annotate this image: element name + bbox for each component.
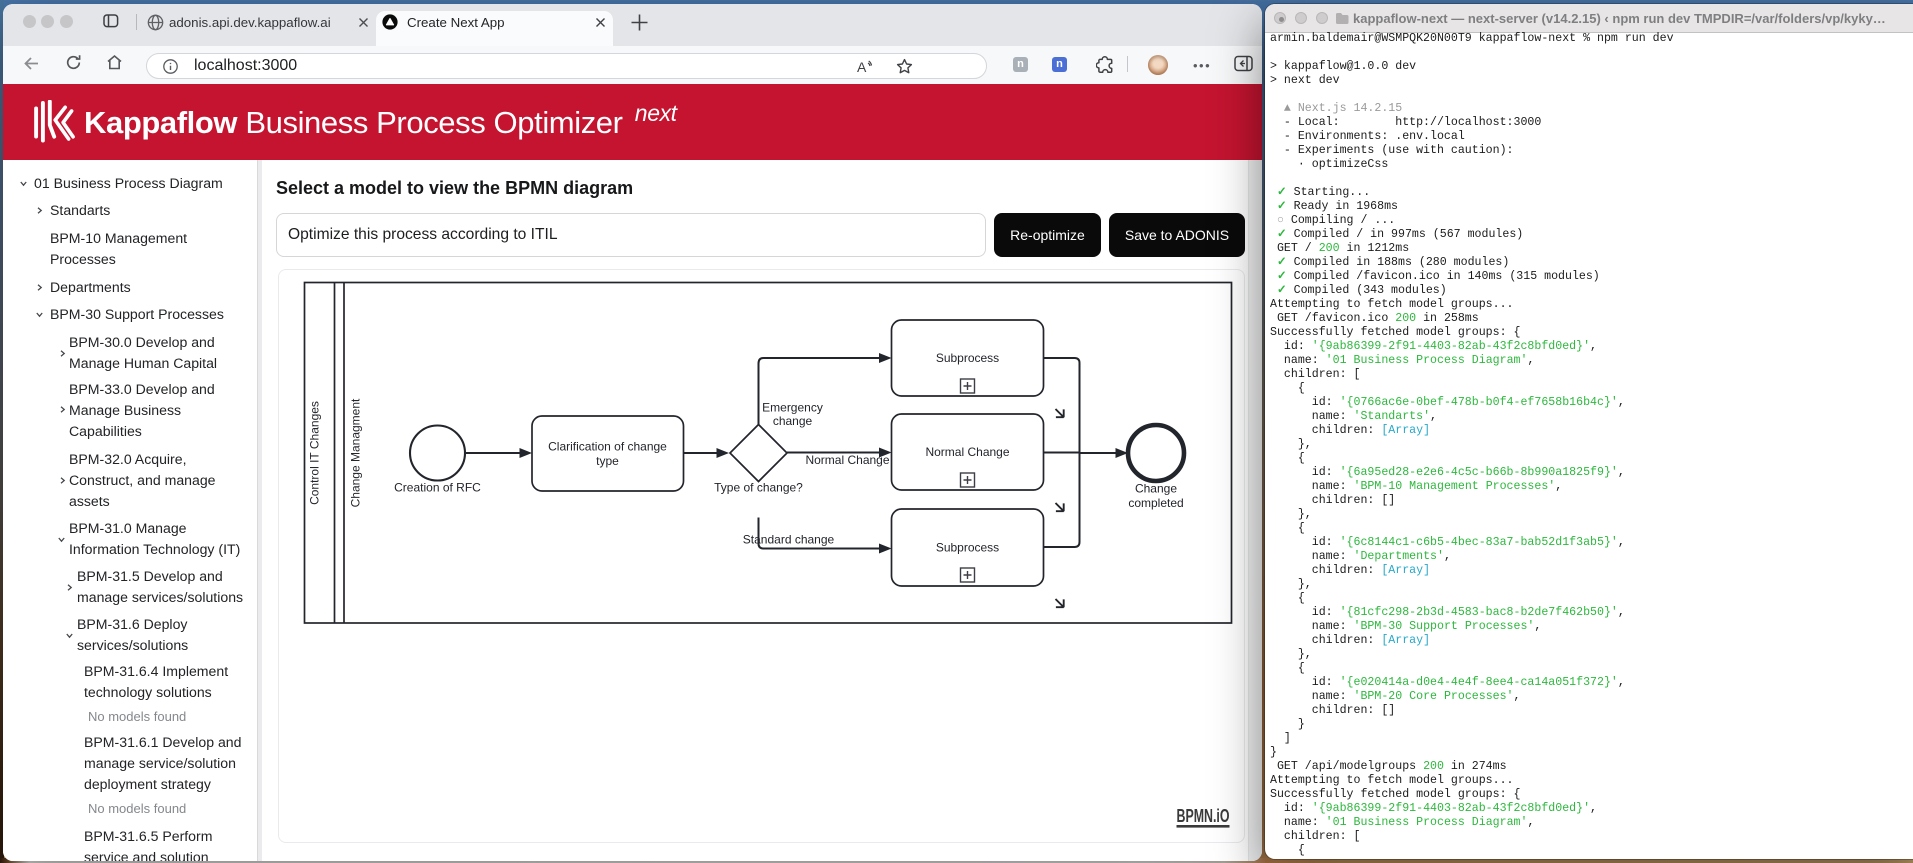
svg-text:BPMN.iO: BPMN.iO — [1177, 806, 1230, 826]
svg-text:Type of change?: Type of change? — [714, 481, 803, 495]
svg-text:Normal Change: Normal Change — [925, 445, 1009, 459]
svg-text:Normal Change: Normal Change — [805, 453, 889, 467]
svg-text:Standard change: Standard change — [743, 533, 835, 547]
svg-text:Subprocess: Subprocess — [936, 541, 999, 555]
svg-text:Control IT Changes: Control IT Changes — [308, 401, 322, 505]
svg-text:Clarification of change: Clarification of change — [548, 440, 667, 454]
svg-text:change: change — [773, 414, 813, 428]
svg-text:Change: Change — [1135, 482, 1177, 496]
svg-text:Subprocess: Subprocess — [936, 351, 999, 365]
svg-text:completed: completed — [1128, 496, 1183, 510]
svg-text:Emergency: Emergency — [762, 401, 823, 415]
svg-text:type: type — [596, 454, 619, 468]
svg-text:Change Managment: Change Managment — [349, 398, 363, 507]
svg-text:A: A — [857, 59, 867, 75]
svg-text:Creation of RFC: Creation of RFC — [394, 481, 481, 495]
